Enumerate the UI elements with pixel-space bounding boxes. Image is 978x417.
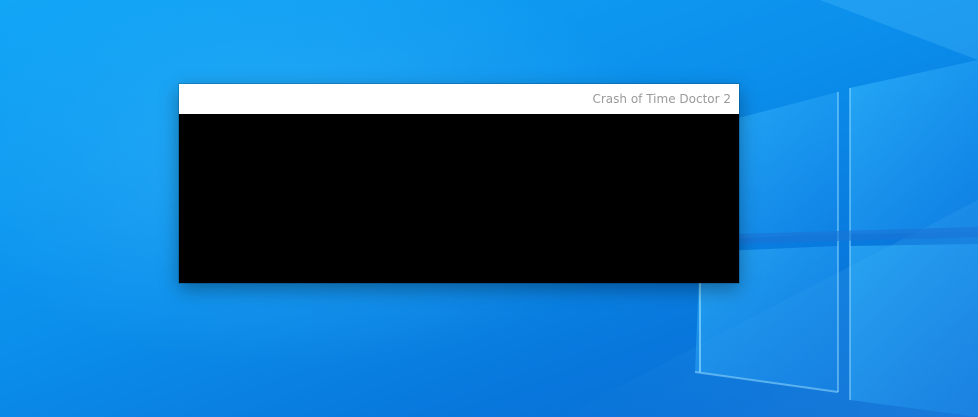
window-title: Crash of Time Doctor 2 [592, 92, 731, 106]
app-window[interactable]: Crash of Time Doctor 2 [179, 84, 739, 283]
title-bar[interactable]: Crash of Time Doctor 2 [179, 84, 739, 114]
window-content[interactable] [179, 114, 739, 283]
